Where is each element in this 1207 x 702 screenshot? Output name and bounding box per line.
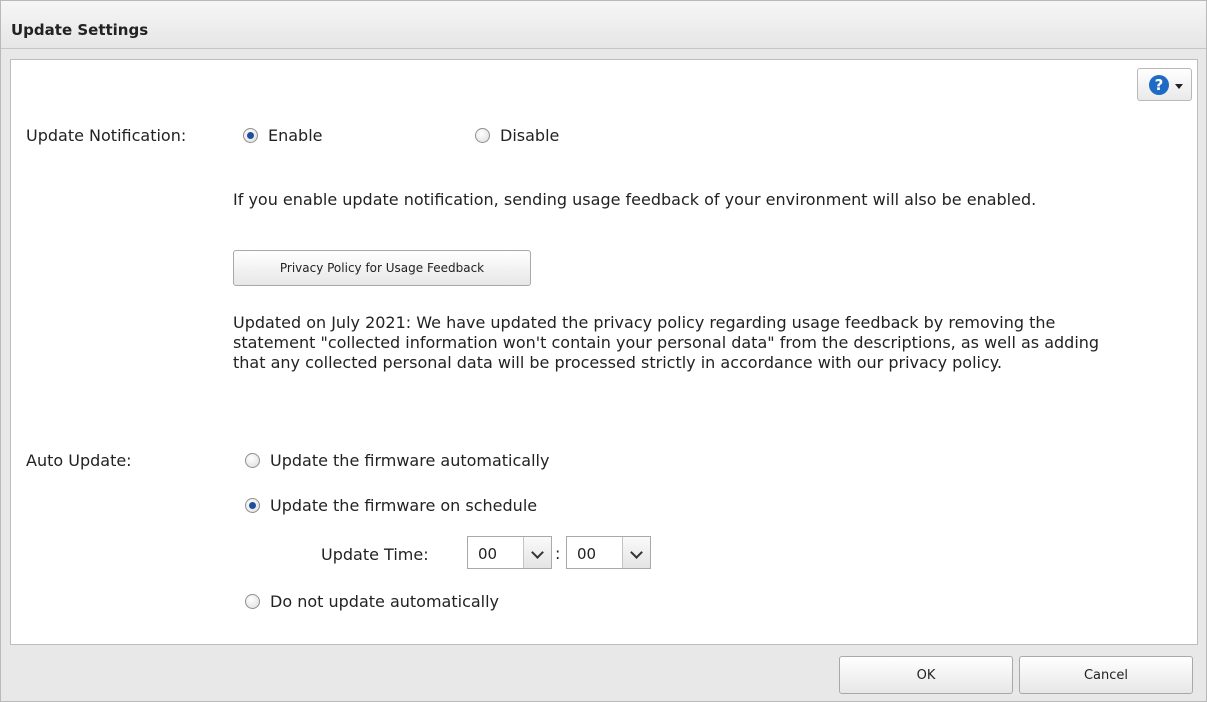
chevron-down-icon[interactable] bbox=[622, 537, 650, 568]
caret-down-icon bbox=[1175, 84, 1183, 89]
update-settings-dialog: Update Settings ? Update Notification: E… bbox=[0, 0, 1207, 702]
question-circle-icon: ? bbox=[1149, 75, 1169, 95]
radio-update-on-schedule[interactable]: Update the firmware on schedule bbox=[245, 496, 537, 515]
dialog-title: Update Settings bbox=[11, 21, 149, 39]
radio-update-automatically[interactable]: Update the firmware automatically bbox=[245, 451, 549, 470]
radio-disable[interactable]: Disable bbox=[475, 126, 559, 145]
usage-feedback-info: If you enable update notification, sendi… bbox=[233, 190, 1037, 209]
radio-update-automatically-indicator[interactable] bbox=[245, 453, 260, 468]
policy-update-notice: Updated on July 2021: We have updated th… bbox=[233, 313, 1100, 372]
settings-panel: ? Update Notification: Enable Disable If… bbox=[10, 59, 1198, 645]
radio-enable-label: Enable bbox=[268, 126, 323, 145]
radio-no-auto-update-indicator[interactable] bbox=[245, 594, 260, 609]
radio-update-on-schedule-label: Update the firmware on schedule bbox=[270, 496, 538, 515]
radio-enable[interactable]: Enable bbox=[243, 126, 323, 145]
radio-no-auto-update-label: Do not update automatically bbox=[270, 592, 500, 611]
update-time-label: Update Time: bbox=[321, 545, 429, 564]
radio-update-on-schedule-indicator[interactable] bbox=[245, 498, 260, 513]
update-minute-value: 00 bbox=[577, 545, 597, 563]
help-menu-button[interactable]: ? bbox=[1137, 68, 1192, 101]
chevron-down-icon[interactable] bbox=[523, 537, 551, 568]
ok-button[interactable]: OK bbox=[839, 656, 1013, 694]
radio-disable-indicator[interactable] bbox=[475, 128, 490, 143]
radio-disable-label: Disable bbox=[500, 126, 560, 145]
update-hour-select[interactable]: 00 bbox=[467, 536, 552, 569]
radio-no-auto-update[interactable]: Do not update automatically bbox=[245, 592, 499, 611]
time-separator: : bbox=[555, 544, 561, 563]
radio-enable-indicator[interactable] bbox=[243, 128, 258, 143]
cancel-button[interactable]: Cancel bbox=[1019, 656, 1193, 694]
update-notification-label: Update Notification: bbox=[26, 126, 187, 145]
update-minute-select[interactable]: 00 bbox=[566, 536, 651, 569]
update-hour-value: 00 bbox=[478, 545, 498, 563]
privacy-policy-button[interactable]: Privacy Policy for Usage Feedback bbox=[233, 250, 531, 286]
auto-update-label: Auto Update: bbox=[26, 451, 132, 470]
dialog-titlebar: Update Settings bbox=[1, 1, 1206, 49]
radio-update-automatically-label: Update the firmware automatically bbox=[270, 451, 550, 470]
